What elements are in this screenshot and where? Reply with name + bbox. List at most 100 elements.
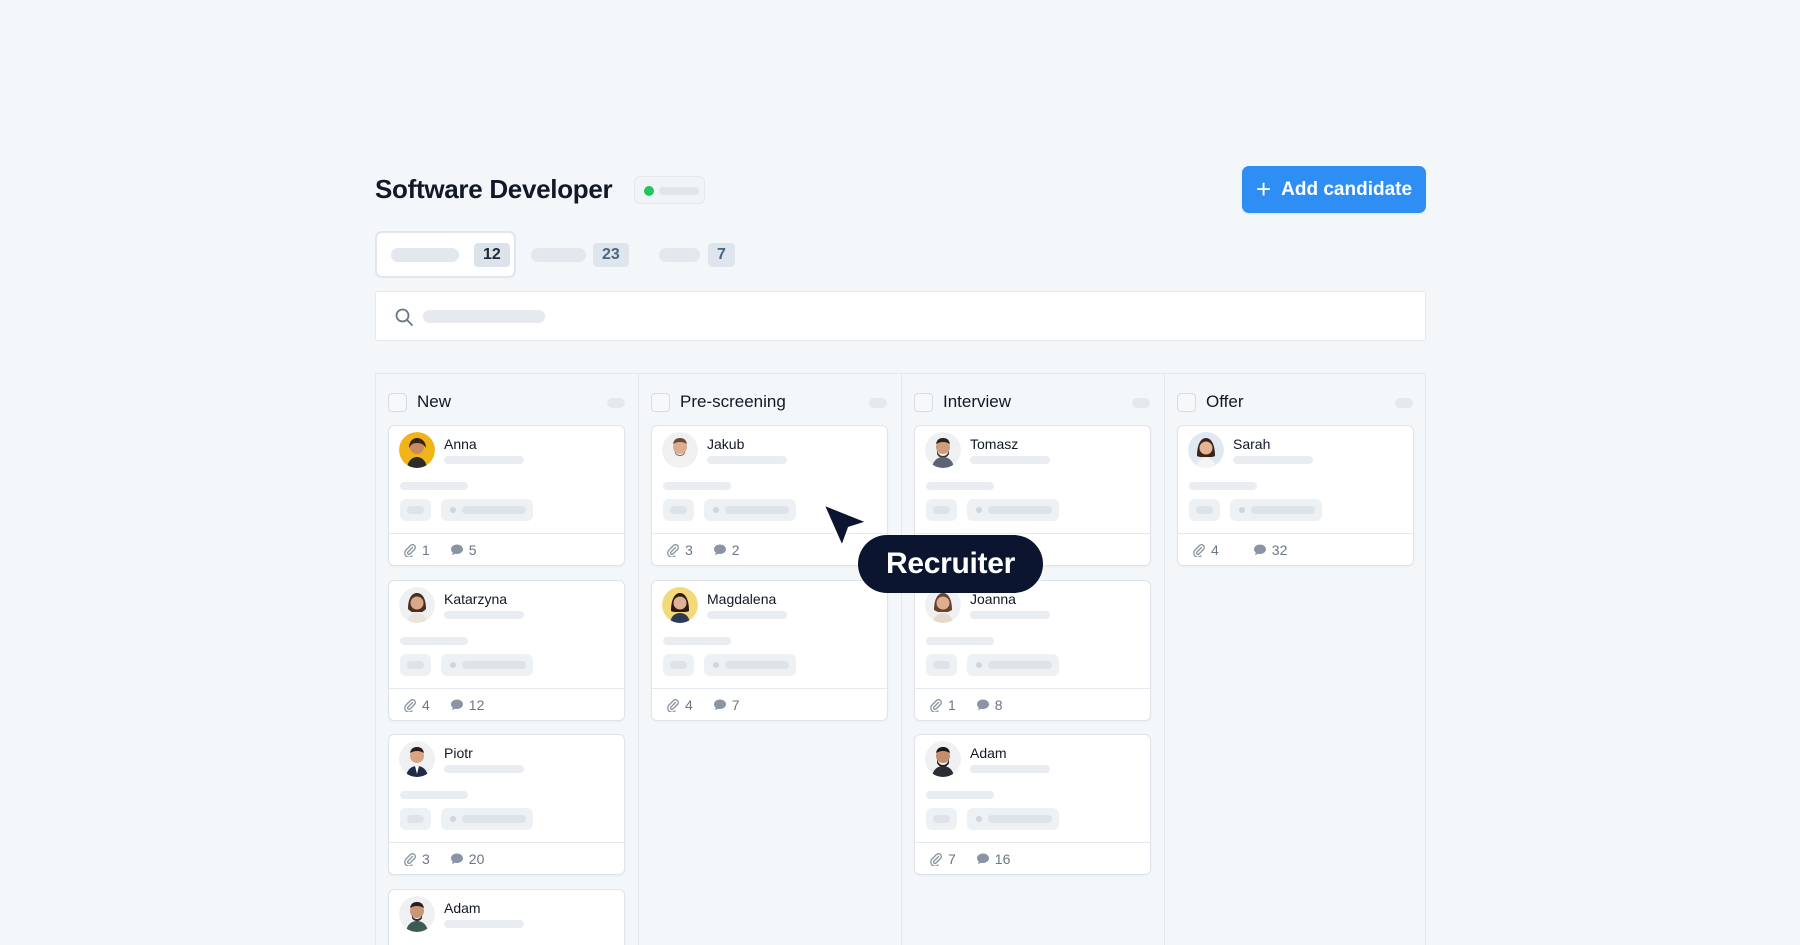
- comments-count: 20: [450, 850, 485, 867]
- comments-count: 16: [976, 851, 1010, 867]
- card-footer: 7 16: [915, 842, 1150, 874]
- card-subtitle-placeholder: [444, 456, 524, 464]
- add-candidate-button[interactable]: + Add candidate: [1242, 166, 1426, 213]
- comments-value: 5: [468, 541, 477, 558]
- column-select-checkbox[interactable]: [914, 392, 933, 412]
- candidate-name: Jakub: [707, 436, 745, 452]
- attachments-count: 4: [666, 697, 693, 713]
- attachments-value: 7: [948, 850, 956, 867]
- candidate-card[interactable]: Magdalena 4 7: [651, 580, 888, 721]
- plus-icon: +: [1255, 173, 1272, 204]
- search-icon: [395, 308, 413, 326]
- candidate-name: Adam: [444, 900, 481, 916]
- column-select-checkbox[interactable]: [651, 392, 670, 412]
- attachments-value: 4: [1211, 541, 1219, 558]
- avatar: [399, 432, 435, 468]
- tag-chip: [926, 808, 957, 830]
- add-candidate-label: Add candidate: [1281, 178, 1413, 200]
- candidate-card[interactable]: Sarah 4 32: [1177, 425, 1414, 566]
- candidate-card[interactable]: Adam 7 16: [914, 734, 1151, 875]
- comments-value: 8: [994, 696, 1003, 713]
- comment-icon: [450, 853, 463, 864]
- candidate-name: Piotr: [444, 745, 473, 761]
- search-placeholder: [423, 310, 545, 323]
- column-count-placeholder: [607, 398, 625, 408]
- search-input[interactable]: [375, 291, 1426, 341]
- comments-count: 2: [713, 542, 740, 558]
- attachments-value: 1: [422, 541, 430, 558]
- status-chip: [704, 654, 796, 676]
- attachments-count: 4: [403, 697, 430, 713]
- card-subtitle-placeholder: [970, 611, 1050, 619]
- tag-chip: [400, 654, 431, 676]
- comments-value: 7: [731, 696, 740, 713]
- candidate-card[interactable]: Adam: [388, 889, 625, 945]
- tab-1[interactable]: 12: [375, 231, 516, 278]
- comments-value: 20: [468, 850, 485, 867]
- card-subtitle-placeholder: [444, 611, 524, 619]
- card-detail-placeholder: [926, 791, 994, 799]
- column-count-placeholder: [869, 398, 887, 408]
- tab-label-placeholder: [531, 247, 586, 262]
- avatar: [925, 432, 961, 468]
- candidate-name: Katarzyna: [444, 591, 508, 607]
- attachments-value: 1: [948, 696, 956, 713]
- tag-chip: [926, 654, 957, 676]
- tag-chip: [926, 499, 957, 521]
- column-new: New Anna 1 5 Katarzyna 4 12 Piotr 3 20 A…: [376, 374, 638, 945]
- card-footer: 4 32: [1178, 533, 1413, 565]
- paperclip-icon: [404, 698, 416, 712]
- attachments-value: 4: [685, 696, 693, 713]
- tag-chip: [400, 499, 431, 521]
- status-chip: [441, 654, 533, 676]
- comments-value: 12: [468, 696, 485, 713]
- column-pre-screening: Pre-screening Jakub 3 2 Magdalena 4 7: [638, 374, 901, 945]
- column-title: New: [417, 392, 452, 411]
- comments-count: 32: [1253, 542, 1287, 558]
- candidate-name: Joanna: [970, 591, 1016, 607]
- candidate-name: Sarah: [1233, 436, 1271, 452]
- status-dot: [644, 186, 654, 196]
- card-footer: 1 8: [915, 688, 1150, 720]
- avatar: [662, 432, 698, 468]
- avatar: [662, 587, 698, 623]
- card-footer: 3 20: [389, 842, 624, 874]
- tab-count: 12: [474, 242, 510, 267]
- comments-count: 12: [450, 696, 485, 713]
- comment-icon: [450, 544, 463, 555]
- tab-2[interactable]: 23: [531, 231, 641, 278]
- comment-icon: [450, 699, 463, 710]
- paperclip-icon: [667, 698, 679, 712]
- avatar: [925, 741, 961, 777]
- tag-chip: [663, 499, 694, 521]
- candidate-card[interactable]: Piotr 3 20: [388, 734, 625, 875]
- candidate-card[interactable]: Anna 1 5: [388, 425, 625, 566]
- column-offer: Offer Sarah 4 32: [1164, 374, 1427, 945]
- paperclip-icon: [404, 852, 416, 866]
- card-subtitle-placeholder: [707, 456, 787, 464]
- card-detail-placeholder: [400, 791, 468, 799]
- column-select-checkbox[interactable]: [1177, 392, 1196, 412]
- status-chip: [441, 499, 533, 521]
- card-detail-placeholder: [926, 482, 994, 490]
- page-title: Software Developer: [375, 174, 613, 204]
- column-select-checkbox[interactable]: [388, 392, 407, 412]
- tab-count: 23: [593, 242, 629, 267]
- status-chip: [1230, 499, 1322, 521]
- attachments-count: 1: [929, 697, 956, 713]
- tab-3[interactable]: 7: [659, 231, 739, 278]
- card-subtitle-placeholder: [707, 611, 787, 619]
- candidate-card[interactable]: Joanna 1 8: [914, 580, 1151, 721]
- status-chip: [967, 808, 1059, 830]
- column-interview: Interview Tomasz Joanna 1 8 Adam 7 16: [901, 374, 1164, 945]
- job-status-badge[interactable]: [634, 176, 705, 204]
- status-label-placeholder: [659, 187, 699, 195]
- card-detail-placeholder: [663, 482, 731, 490]
- column-count-placeholder: [1132, 398, 1150, 408]
- attachments-count: 3: [403, 851, 430, 867]
- card-subtitle-placeholder: [444, 920, 524, 928]
- tag-chip: [663, 654, 694, 676]
- recruitment-pipeline-page: Software Developer + Add candidate 12 23…: [0, 0, 1800, 945]
- recruiter-cursor-label: Recruiter: [858, 535, 1043, 593]
- candidate-card[interactable]: Katarzyna 4 12: [388, 580, 625, 721]
